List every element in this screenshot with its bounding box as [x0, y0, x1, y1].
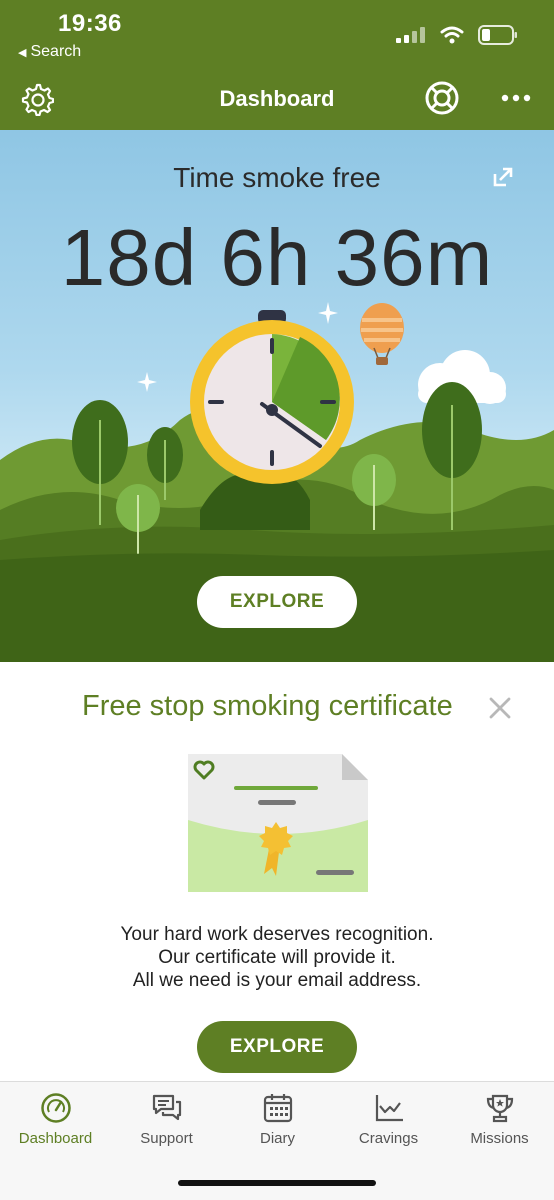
cellular-signal-icon	[396, 27, 425, 43]
tab-cravings[interactable]: Cravings	[333, 1092, 444, 1147]
hero-explore-button[interactable]: EXPLORE	[197, 576, 357, 628]
more-dots-icon[interactable]	[498, 84, 534, 112]
lifebuoy-icon[interactable]	[424, 80, 460, 116]
hot-air-balloon-illustration	[360, 303, 404, 365]
status-time: 19:36	[58, 10, 122, 37]
page-title: Dashboard	[219, 86, 335, 111]
certificate-illustration	[188, 754, 368, 892]
back-arrow-icon: ◀	[18, 46, 27, 59]
trophy-icon	[486, 1094, 513, 1123]
calendar-icon	[263, 1094, 292, 1123]
certificate-description-line: All we need is your email address.	[132, 970, 422, 991]
speedometer-icon	[40, 1093, 71, 1123]
tab-dashboard[interactable]: Dashboard	[0, 1092, 111, 1147]
hero-panel: Time smoke free 18d 6h 36m EXPLORE	[0, 130, 554, 662]
line-chart-icon	[375, 1095, 403, 1122]
wifi-icon	[440, 26, 464, 44]
battery-icon	[478, 25, 517, 45]
certificate-description: Your hard work deserves recognition. Our…	[0, 923, 554, 992]
back-to-search-link[interactable]: ◀ Search	[18, 43, 81, 61]
tab-diary[interactable]: Diary	[222, 1092, 333, 1147]
tab-label: Support	[140, 1130, 193, 1147]
tab-label: Missions	[470, 1130, 529, 1147]
hero-title: Time smoke free	[173, 162, 381, 193]
chat-bubbles-icon	[152, 1094, 181, 1121]
close-icon[interactable]	[486, 694, 514, 722]
share-external-icon[interactable]	[492, 166, 514, 188]
tab-label: Dashboard	[18, 1130, 93, 1147]
stopwatch-illustration	[190, 310, 354, 484]
home-indicator[interactable]	[178, 1180, 376, 1186]
back-label: Search	[30, 43, 82, 60]
status-icons	[396, 25, 518, 45]
tab-missions[interactable]: Missions	[444, 1092, 554, 1147]
tab-label: Diary	[259, 1130, 295, 1147]
tab-label: Cravings	[358, 1130, 419, 1147]
certificate-description-line: Our certificate will provide it.	[158, 947, 396, 968]
tab-support[interactable]: Support	[111, 1092, 222, 1147]
smoke-free-timer: 18d 6h 36m	[60, 213, 494, 302]
certificate-description-line: Your hard work deserves recognition.	[120, 924, 434, 945]
top-bar: 19:36 ◀ Search Dashboard	[0, 0, 554, 130]
certificate-explore-button[interactable]: EXPLORE	[197, 1021, 357, 1073]
certificate-title: Free stop smoking certificate	[82, 690, 453, 722]
